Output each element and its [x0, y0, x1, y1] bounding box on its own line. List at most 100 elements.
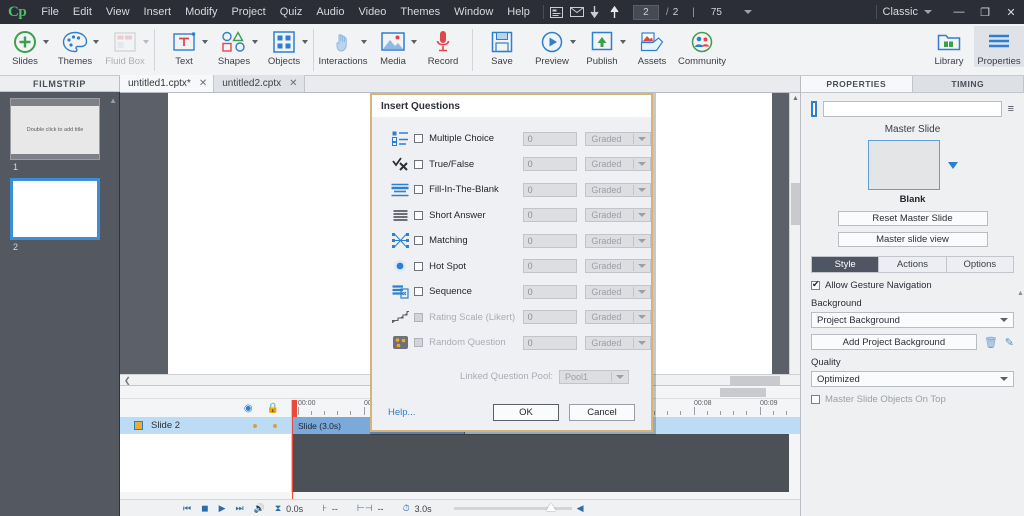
short-answer-type-select[interactable]: Graded: [585, 208, 651, 223]
timeline-track-area[interactable]: [292, 434, 789, 492]
menu-file[interactable]: File: [34, 2, 66, 22]
fill-in-the-blank-type-select[interactable]: Graded: [585, 182, 651, 197]
stop-icon[interactable]: ◼: [201, 503, 208, 514]
help-link[interactable]: Help...: [388, 407, 415, 418]
ribbon-assets-button[interactable]: Assets: [627, 26, 677, 67]
sub-tab-style[interactable]: Style: [812, 257, 880, 272]
matching-checkbox[interactable]: [414, 236, 424, 246]
ribbon-media-button[interactable]: Media: [368, 26, 418, 67]
tab-properties[interactable]: PROPERTIES: [801, 76, 913, 93]
chevron-down-icon[interactable]: [637, 315, 646, 320]
question-row-multiple-choice[interactable]: Multiple Choice 0 Graded: [372, 126, 651, 152]
multiple-choice-count[interactable]: 0: [522, 131, 578, 146]
objects-chevron-down-icon[interactable]: [302, 40, 308, 44]
hot-spot-checkbox[interactable]: [414, 261, 424, 271]
properties-scroll-up-icon[interactable]: ▲: [1017, 290, 1024, 297]
hamburger-menu-icon[interactable]: ≡: [1008, 103, 1014, 115]
menu-insert[interactable]: Insert: [137, 2, 179, 22]
question-row-sequence[interactable]: Sequence 0 Graded: [372, 279, 651, 305]
question-row-random-question[interactable]: Random Question 0 Graded: [372, 330, 651, 356]
hot-spot-type-select[interactable]: Graded: [585, 259, 651, 274]
master-slide-thumbnail[interactable]: [867, 140, 940, 190]
ribbon-fluidbox-button[interactable]: Fluid Box: [100, 26, 150, 67]
master-objects-on-top-row[interactable]: Master Slide Objects On Top: [811, 394, 1014, 405]
visibility-dot-icon[interactable]: [253, 423, 257, 428]
chevron-down-icon[interactable]: [637, 162, 646, 167]
trash-icon[interactable]: 🗑: [984, 336, 998, 349]
chevron-down-icon[interactable]: [637, 238, 646, 243]
minimize-button[interactable]: —: [946, 1, 972, 23]
sequence-checkbox[interactable]: [414, 287, 424, 297]
rating-scale-type-select[interactable]: Graded: [585, 310, 651, 325]
menu-help[interactable]: Help: [500, 2, 537, 22]
scroll-up-icon[interactable]: ▲: [790, 93, 800, 104]
quality-select[interactable]: Optimized: [811, 371, 1014, 387]
fill-in-the-blank-checkbox[interactable]: [414, 185, 424, 195]
sub-tab-actions[interactable]: Actions: [879, 257, 947, 272]
ok-button[interactable]: OK: [493, 403, 559, 421]
collapse-icon[interactable]: ◀: [577, 503, 584, 514]
close-icon[interactable]: ✕: [289, 78, 297, 89]
text-chevron-down-icon[interactable]: [202, 40, 208, 44]
true-false-type-select[interactable]: Graded: [585, 157, 651, 172]
publish-chevron-down-icon[interactable]: [620, 40, 626, 44]
close-button[interactable]: ✕: [998, 1, 1024, 23]
ribbon-save-button[interactable]: Save: [477, 26, 527, 67]
short-answer-checkbox[interactable]: [414, 210, 424, 220]
quality-chevron-down-icon[interactable]: [1000, 377, 1008, 381]
question-row-rating-scale[interactable]: Rating Scale (Likert) 0 Graded: [372, 305, 651, 331]
add-project-background-button[interactable]: Add Project Background: [811, 334, 977, 350]
eye-icon[interactable]: ◉: [244, 403, 253, 414]
gesture-navigation-checkbox[interactable]: [811, 279, 820, 290]
timeline-scroll-thumb[interactable]: [720, 388, 766, 397]
cancel-button[interactable]: Cancel: [569, 403, 635, 421]
media-chevron-down-icon[interactable]: [411, 40, 417, 44]
slide-thumbnail[interactable]: Double click to add title: [10, 98, 100, 160]
question-row-true-false[interactable]: True/False 0 Graded: [372, 152, 651, 178]
zoom-level[interactable]: 75: [711, 7, 722, 18]
zoom-slider-knob[interactable]: [545, 503, 556, 511]
menu-project[interactable]: Project: [224, 2, 272, 22]
matching-count[interactable]: 0: [522, 233, 578, 248]
ribbon-publish-button[interactable]: Publish: [577, 26, 627, 67]
mail-icon[interactable]: [569, 7, 590, 17]
ribbon-slides-button[interactable]: Slides: [0, 26, 50, 67]
pencil-icon[interactable]: ✎: [1005, 336, 1014, 349]
interactions-chevron-down-icon[interactable]: [361, 40, 367, 44]
master-slide-view-button[interactable]: Master slide view: [837, 232, 988, 247]
workspace-chevron-down-icon[interactable]: [924, 10, 932, 14]
filmstrip-slide-1[interactable]: Double click to add title 1: [10, 98, 119, 172]
play-icon[interactable]: ▶: [219, 503, 226, 514]
ribbon-interactions-button[interactable]: Interactions: [318, 26, 368, 67]
ribbon-properties-button[interactable]: Properties: [974, 26, 1024, 67]
reset-master-slide-button[interactable]: Reset Master Slide: [837, 211, 988, 226]
ribbon-record-button[interactable]: Record: [418, 26, 468, 67]
short-answer-count[interactable]: 0: [522, 208, 578, 223]
shapes-chevron-down-icon[interactable]: [252, 40, 258, 44]
ribbon-objects-button[interactable]: Objects: [259, 26, 309, 67]
menu-view[interactable]: View: [99, 2, 137, 22]
menu-modify[interactable]: Modify: [178, 2, 224, 22]
ribbon-library-button[interactable]: Library: [924, 26, 974, 67]
fluidbox-chevron-down-icon[interactable]: [143, 40, 149, 44]
random-question-checkbox[interactable]: [414, 338, 424, 348]
filmstrip-slide-2[interactable]: 2: [10, 178, 119, 252]
chevron-down-icon[interactable]: [637, 213, 646, 218]
random-question-type-select[interactable]: Graded: [585, 335, 651, 350]
chevron-down-icon[interactable]: [637, 264, 646, 269]
scroll-left-icon[interactable]: ❮: [124, 376, 131, 385]
sequence-count[interactable]: 0: [522, 284, 578, 299]
row-toggles[interactable]: [253, 423, 291, 428]
master-slide-selector[interactable]: [811, 140, 1014, 190]
background-select[interactable]: Project Background: [811, 312, 1014, 328]
ribbon-themes-button[interactable]: Themes: [50, 26, 100, 67]
gesture-navigation-row[interactable]: Allow Gesture Navigation: [811, 279, 1014, 291]
multiple-choice-type-select[interactable]: Graded: [585, 131, 651, 146]
arrow-up-icon[interactable]: [610, 6, 630, 18]
tab-timing[interactable]: TIMING: [912, 76, 1024, 93]
audio-icon[interactable]: 🔊: [254, 503, 265, 514]
filmstrip-scroll-up-icon[interactable]: ▲: [109, 96, 117, 105]
multiple-choice-checkbox[interactable]: [414, 134, 424, 144]
menu-edit[interactable]: Edit: [66, 2, 99, 22]
timeline-playhead[interactable]: [292, 400, 293, 500]
